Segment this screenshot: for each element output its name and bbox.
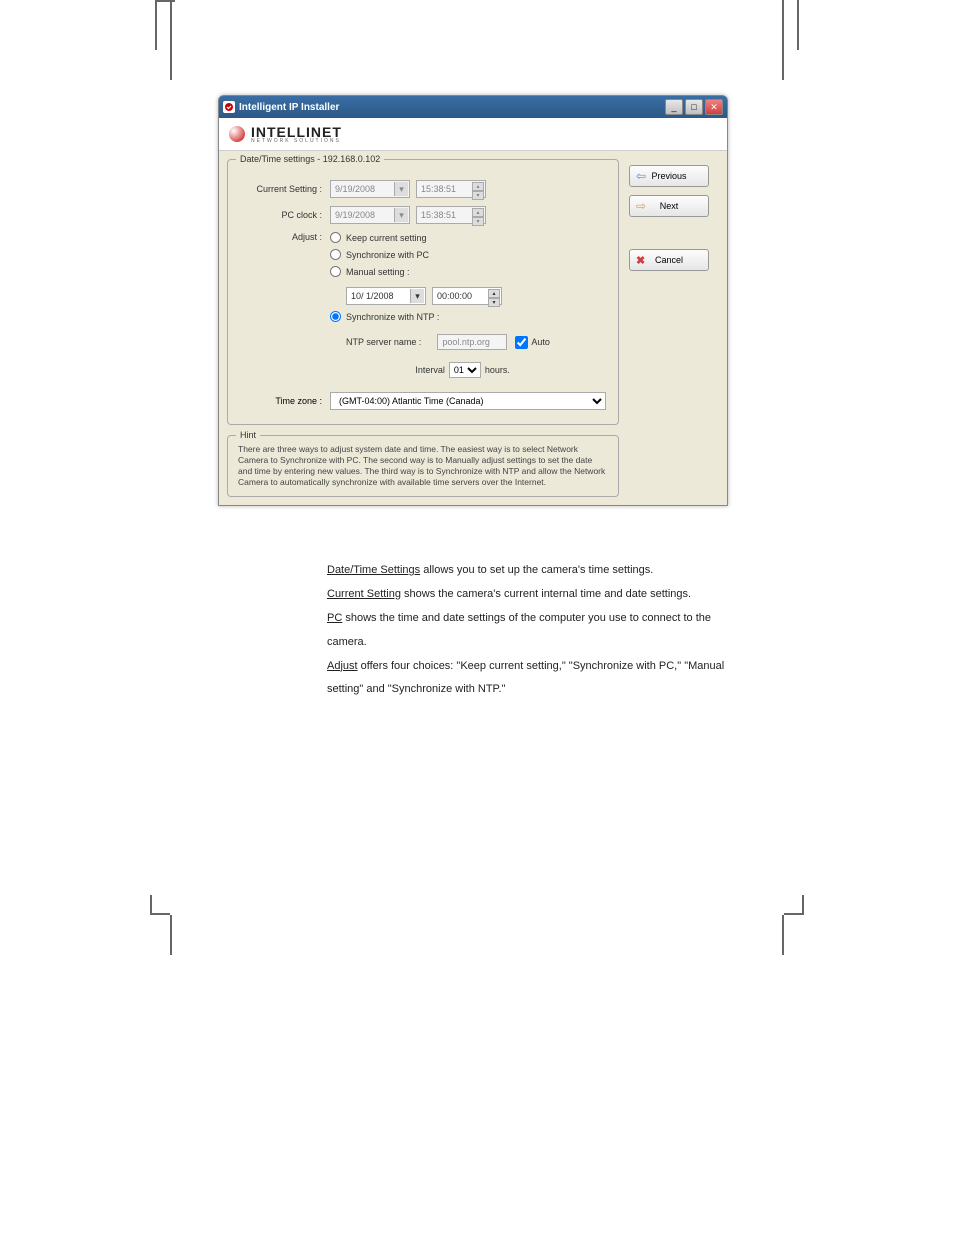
radio-manual[interactable]: Manual setting : xyxy=(330,266,550,277)
window-title: Intelligent IP Installer xyxy=(239,102,339,113)
arrow-left-icon: ⇦ xyxy=(636,169,646,183)
app-icon xyxy=(223,101,235,113)
adjust-label: Adjust : xyxy=(240,232,330,242)
current-setting-label: Current Setting : xyxy=(240,184,330,194)
pc-time-input: 15:38:51 ▴▾ xyxy=(416,206,486,224)
logo-icon xyxy=(229,126,245,142)
arrow-right-icon: ⇨ xyxy=(636,199,646,213)
titlebar: Intelligent IP Installer _ □ ✕ xyxy=(219,96,727,118)
datetime-fieldset: Date/Time settings - 192.168.0.102 Curre… xyxy=(227,159,619,425)
installer-window: Intelligent IP Installer _ □ ✕ INTELLINE… xyxy=(218,95,728,506)
auto-checkbox-input[interactable] xyxy=(515,336,528,349)
cancel-button[interactable]: ✖ Cancel xyxy=(629,249,709,271)
timezone-label: Time zone : xyxy=(240,396,330,406)
page-body-text: Date/Time Settings allows you to set up … xyxy=(175,560,765,703)
cancel-icon: ✖ xyxy=(636,254,645,267)
pc-clock-label: PC clock : xyxy=(240,210,330,220)
timezone-select[interactable]: (GMT-04:00) Atlantic Time (Canada) xyxy=(330,392,606,410)
current-time-input: 15:38:51 ▴▾ xyxy=(416,180,486,198)
radio-ntp-input[interactable] xyxy=(330,311,341,322)
radio-keep-current[interactable]: Keep current setting xyxy=(330,232,550,243)
minimize-button[interactable]: _ xyxy=(665,99,683,115)
logo-subtext: NETWORK SOLUTIONS xyxy=(251,138,342,144)
hint-fieldset: Hint There are three ways to adjust syst… xyxy=(227,435,619,497)
maximize-button[interactable]: □ xyxy=(685,99,703,115)
interval-select[interactable]: 01 xyxy=(449,362,481,378)
manual-time-input[interactable]: 00:00:00 ▴▾ xyxy=(432,287,502,305)
logo-area: INTELLINET NETWORK SOLUTIONS xyxy=(219,118,727,151)
previous-button[interactable]: ⇦ Previous xyxy=(629,165,709,187)
radio-keep-input[interactable] xyxy=(330,232,341,243)
interval-label: Interval xyxy=(415,365,445,375)
ntp-server-label: NTP server name : xyxy=(346,337,421,347)
radio-sync-ntp[interactable]: Synchronize with NTP : xyxy=(330,311,550,322)
radio-sync-pc[interactable]: Synchronize with PC xyxy=(330,249,550,260)
hint-legend: Hint xyxy=(236,430,260,442)
interval-unit: hours. xyxy=(485,365,510,375)
fieldset-legend: Date/Time settings - 192.168.0.102 xyxy=(236,154,384,164)
manual-date-input[interactable]: 10/ 1/2008 ▾ xyxy=(346,287,426,305)
auto-checkbox[interactable]: Auto xyxy=(515,336,550,349)
ntp-server-input[interactable] xyxy=(437,334,507,350)
radio-syncpc-input[interactable] xyxy=(330,249,341,260)
current-date-input: 9/19/2008 ▾ xyxy=(330,180,410,198)
radio-manual-input[interactable] xyxy=(330,266,341,277)
pc-date-input: 9/19/2008 ▾ xyxy=(330,206,410,224)
next-button[interactable]: ⇨ Next xyxy=(629,195,709,217)
dropdown-icon[interactable]: ▾ xyxy=(410,289,424,303)
dropdown-icon: ▾ xyxy=(394,208,408,222)
close-button[interactable]: ✕ xyxy=(705,99,723,115)
dropdown-icon: ▾ xyxy=(394,182,408,196)
hint-text: There are three ways to adjust system da… xyxy=(238,444,608,488)
